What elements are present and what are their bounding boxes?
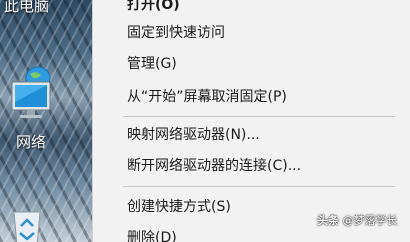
- menu-separator: [123, 186, 395, 187]
- menu-item-map-network-drive[interactable]: 映射网络驱动器(N)...: [93, 122, 410, 148]
- menu-item-disconnect-network-drive[interactable]: 断开网络驱动器的连接(C)...: [93, 153, 410, 179]
- menu-item-manage[interactable]: 管理(G): [93, 51, 410, 77]
- menu-item-pin-quick-access[interactable]: 固定到快速访问: [93, 20, 410, 46]
- menu-item-unpin-start[interactable]: 从“开始”屏幕取消固定(P): [93, 84, 410, 110]
- context-menu: 打开(O) 固定到快速访问 管理(G) 从“开始”屏幕取消固定(P) 映射网络驱…: [92, 0, 410, 242]
- recycle-bin-icon[interactable]: [8, 206, 46, 242]
- network-label[interactable]: 网络: [16, 131, 46, 152]
- menu-separator: [123, 116, 395, 117]
- watermark: 头条 @梦落学长: [317, 212, 398, 228]
- network-icon[interactable]: [8, 66, 62, 124]
- watermark-account: @梦落学长: [342, 214, 398, 227]
- watermark-platform: 头条: [317, 214, 339, 227]
- this-pc-label[interactable]: 此电脑: [4, 0, 49, 16]
- menu-item-open[interactable]: 打开(O): [93, 0, 410, 18]
- desktop-area: 此电脑 网络: [0, 0, 92, 242]
